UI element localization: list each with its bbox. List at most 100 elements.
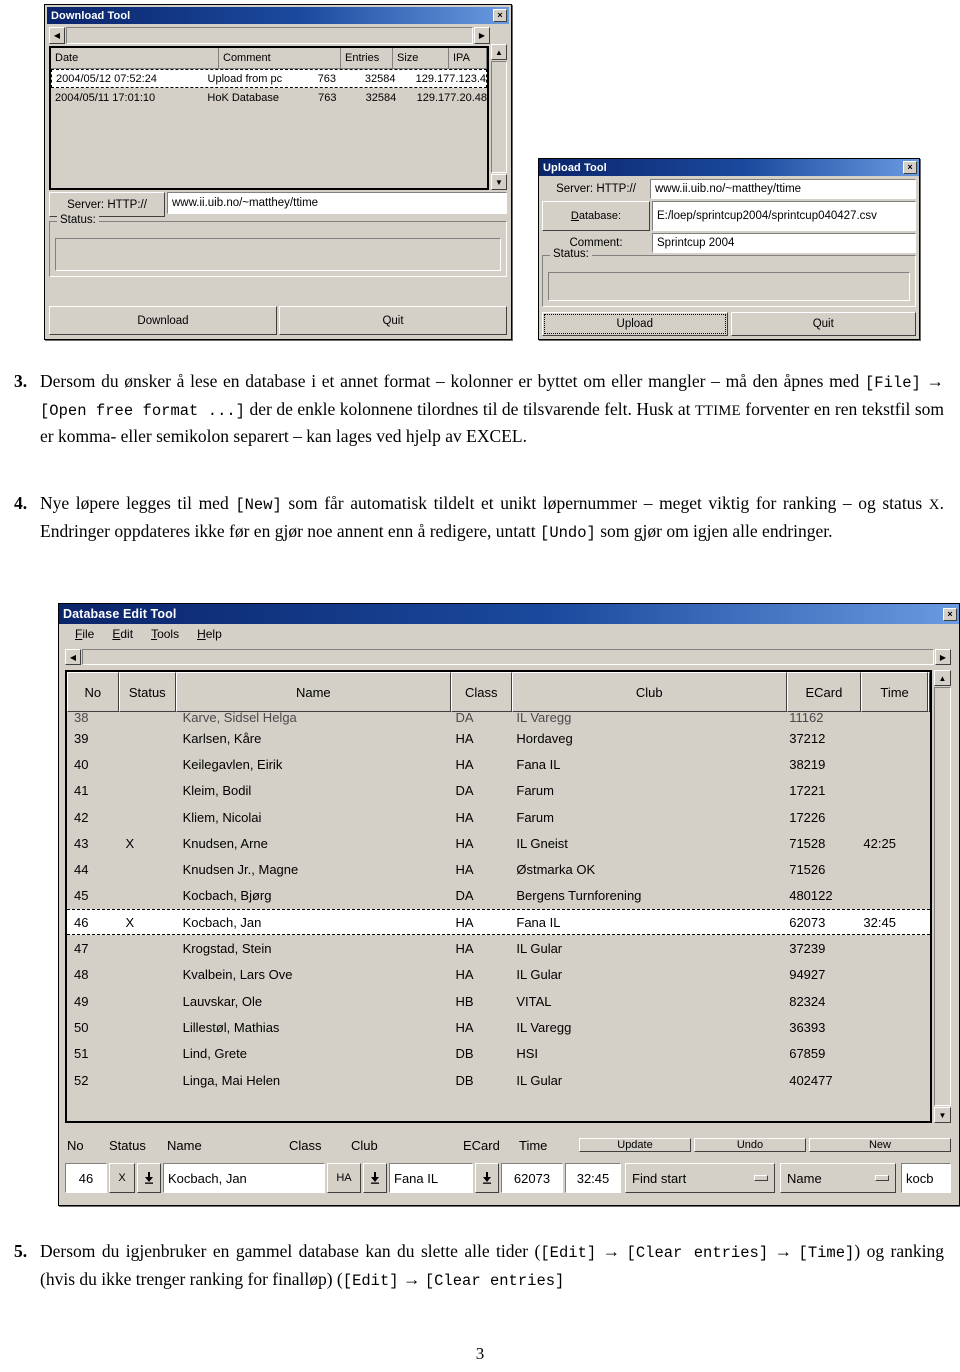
edit-field-class[interactable]: HA [327, 1163, 361, 1193]
vscroll-trough[interactable] [934, 687, 951, 1106]
column-header-comment[interactable]: Comment [219, 48, 341, 69]
find-mode-dropdown[interactable]: Find start [625, 1163, 775, 1193]
paragraph-4-number: 4. [14, 493, 28, 513]
club-dropdown-icon[interactable] [475, 1163, 499, 1193]
upload-tool-window[interactable]: Upload Tool × Server: HTTP:// www.ii.uib… [538, 158, 920, 340]
database-table[interactable]: No Status Name Class Club ECard Time 38 K… [65, 670, 932, 1123]
scroll-left-icon[interactable]: ◀ [49, 27, 65, 44]
column-header-name[interactable]: Name [175, 672, 451, 712]
table-row[interactable]: 48 Kvalbein, Lars Ove HA IL Gular 94927 [67, 962, 930, 988]
status-dropdown-icon[interactable] [137, 1163, 161, 1193]
upload-quit-button[interactable]: Quit [730, 312, 916, 336]
table-row[interactable]: 41 Kleim, Bodil DA Farum 17221 [67, 778, 930, 804]
table-row[interactable]: 40 Keilegavlen, Eirik HA Fana IL 38219 [67, 751, 930, 777]
scroll-down-icon[interactable]: ▼ [934, 1107, 951, 1123]
cell-ecard: 94927 [789, 967, 826, 983]
class-dropdown-icon[interactable] [363, 1163, 387, 1193]
database-horizontal-scrollbar[interactable]: ◀ ▶ [65, 649, 951, 665]
scroll-right-icon[interactable]: ▶ [935, 649, 951, 665]
close-icon[interactable]: × [943, 607, 957, 621]
close-icon[interactable]: × [903, 161, 917, 174]
menu-item-edit[interactable]: Edit [112, 627, 133, 641]
paragraph-4: 4. Nye løpere legges til med [New] som f… [14, 490, 944, 545]
undo-button[interactable]: Undo [694, 1138, 806, 1152]
database-edit-tool-window[interactable]: Database Edit Tool × File Edit Tools Hel… [58, 603, 960, 1206]
menu-item-help[interactable]: Help [197, 627, 222, 641]
cell-name: Kleim, Bodil [182, 783, 252, 799]
column-header-date[interactable]: Date [51, 48, 219, 69]
table-row[interactable]: 52 Linga, Mai Helen DB IL Gular 402477 [67, 1067, 930, 1093]
download-horizontal-scrollbar[interactable]: ◀ ▶ [49, 27, 490, 44]
table-row[interactable]: 49 Lauvskar, Ole HB VITAL 82324 [67, 988, 930, 1014]
table-row[interactable]: 38 Karve, Sidsel Helga DA IL Varegg 11162 [67, 712, 930, 725]
upload-tool-titlebar[interactable]: Upload Tool × [539, 159, 919, 176]
table-row[interactable]: 50 Lillestøl, Mathias HA IL Varegg 36393 [67, 1014, 930, 1040]
scroll-right-icon[interactable]: ▶ [474, 27, 490, 44]
edit-field-club[interactable]: Fana IL [389, 1163, 473, 1193]
cell-time: 32:45 [863, 914, 896, 930]
database-edit-tool-titlebar[interactable]: Database Edit Tool × [59, 604, 959, 624]
upload-database-button[interactable]: Database: [542, 201, 650, 231]
table-row[interactable]: 47 Krogstad, Stein HA IL Gular 37239 [67, 935, 930, 961]
table-row[interactable]: 43 X Knudsen, Arne HA IL Gneist 71528 42:25 [67, 830, 930, 856]
close-icon[interactable]: × [493, 9, 507, 22]
edit-field-status[interactable]: X [109, 1163, 135, 1193]
database-table-header: No Status Name Class Club ECard Time [67, 672, 930, 712]
table-row[interactable]: 2004/05/12 07:52:24 Upload from pc 763 3258… [51, 69, 487, 88]
table-row[interactable]: 46 X Kocbach, Jan HA Fana IL 62073 32:45 [67, 909, 930, 936]
column-header-class[interactable]: Class [450, 672, 512, 712]
table-row[interactable]: 51 Lind, Grete DB HSI 67859 [67, 1041, 930, 1067]
table-row[interactable]: 44 Knudsen Jr., Magne HA Østmarka OK 71526 [67, 856, 930, 882]
column-header-entries[interactable]: Entries [341, 48, 393, 69]
vscroll-trough[interactable] [491, 61, 507, 173]
menu-item-file[interactable]: File [75, 627, 94, 641]
edit-field-name[interactable]: Kocbach, Jan [163, 1163, 325, 1193]
download-quit-button[interactable]: Quit [279, 306, 507, 335]
edit-field-no[interactable]: 46 [65, 1163, 107, 1193]
edit-field-time[interactable]: 32:45 [565, 1163, 621, 1193]
find-input[interactable]: kocb [901, 1163, 951, 1193]
upload-database-input[interactable]: E:/loep/sprintcup2004/sprintcup040427.cs… [652, 201, 916, 231]
upload-button[interactable]: Upload [542, 312, 728, 336]
cell-ipa: 129.177.123.4 [415, 72, 487, 85]
cell-name: Karlsen, Kåre [182, 730, 262, 746]
menu-item-tools[interactable]: Tools [151, 627, 179, 641]
download-tool-window[interactable]: Download Tool × ◀ ▶ ▲ ▼ Date Comment Ent… [44, 4, 512, 340]
hscroll-trough[interactable] [66, 27, 473, 44]
scroll-left-icon[interactable]: ◀ [65, 649, 81, 665]
cell-class: DA [455, 783, 474, 799]
scroll-up-icon[interactable]: ▲ [934, 670, 951, 686]
column-header-club[interactable]: Club [511, 672, 787, 712]
upload-server-input[interactable]: www.ii.uib.no/~matthey/ttime [650, 179, 916, 199]
column-header-time[interactable]: Time [861, 672, 928, 712]
table-row[interactable]: 45 Kocbach, Bjørg DA Bergens Turnforening 48… [67, 883, 930, 909]
scroll-up-icon[interactable]: ▲ [491, 44, 507, 60]
cell-class: DB [455, 1046, 474, 1062]
download-database-table[interactable]: Date Comment Entries Size IPA 2004/05/12… [49, 46, 489, 190]
scroll-down-icon[interactable]: ▼ [491, 174, 507, 190]
cell-ipa: 129.177.20.48 [416, 91, 487, 104]
column-header-status[interactable]: Status [118, 672, 176, 712]
column-header-blank[interactable] [928, 672, 930, 712]
table-row[interactable]: 42 Kliem, Nicolai HA Farum 17226 [67, 804, 930, 830]
download-server-input[interactable]: www.ii.uib.no/~matthey/ttime [167, 192, 507, 214]
download-button[interactable]: Download [49, 306, 277, 335]
column-header-no[interactable]: No [67, 672, 119, 712]
download-tool-titlebar[interactable]: Download Tool × [47, 7, 509, 24]
table-row[interactable]: 2004/05/11 17:01:10 HoK Database 763 32584 1… [51, 88, 487, 107]
table-row[interactable]: 39 Karlsen, Kåre HA Hordaveg 37212 [67, 725, 930, 751]
cell-no: 47 [74, 941, 89, 957]
find-field-dropdown[interactable]: Name [780, 1163, 896, 1193]
database-vertical-scrollbar[interactable]: ▲ ▼ [934, 670, 951, 1123]
download-vertical-scrollbar[interactable]: ▲ ▼ [491, 44, 507, 190]
new-button[interactable]: New [809, 1138, 951, 1152]
column-header-ipa[interactable]: IPA [449, 48, 487, 69]
column-header-ecard[interactable]: ECard [786, 672, 862, 712]
update-button[interactable]: Update [579, 1138, 691, 1152]
edit-field-ecard[interactable]: 62073 [501, 1163, 563, 1193]
hscroll-trough[interactable] [82, 649, 934, 665]
upload-comment-input[interactable]: Sprintcup 2004 [652, 233, 916, 253]
column-header-size[interactable]: Size [393, 48, 449, 69]
find-field-label: Name [787, 1170, 822, 1186]
cell-club: IL Gular [516, 941, 563, 957]
